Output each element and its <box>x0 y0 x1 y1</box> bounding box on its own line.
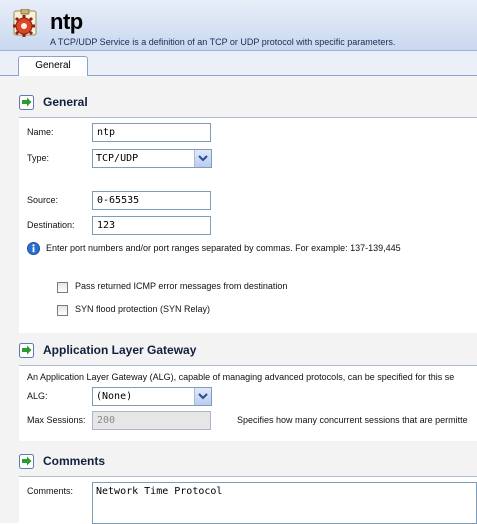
info-icon <box>27 242 40 255</box>
comments-label: Comments: <box>27 486 74 496</box>
type-select[interactable]: TCP/UDP <box>92 149 212 168</box>
chevron-down-icon[interactable] <box>194 388 211 405</box>
pass-icmp-checkbox[interactable] <box>57 282 68 293</box>
pass-icmp-label: Pass returned ICMP error messages from d… <box>75 281 288 291</box>
max-sessions-field: 200 <box>92 411 211 430</box>
page-subtitle: A TCP/UDP Service is a definition of an … <box>50 37 396 47</box>
alg-description: An Application Layer Gateway (ALG), capa… <box>27 372 455 382</box>
chevron-down-icon[interactable] <box>194 150 211 167</box>
port-info-text: Enter port numbers and/or port ranges se… <box>46 243 401 253</box>
comments-textarea[interactable]: Network Time Protocol <box>92 482 477 524</box>
page-header: ntp A TCP/UDP Service is a definition of… <box>0 0 477 51</box>
destination-label: Destination: <box>27 220 75 230</box>
max-sessions-label: Max Sessions: <box>27 415 86 425</box>
syn-relay-checkbox[interactable] <box>57 305 68 316</box>
source-field[interactable]: 0-65535 <box>92 191 211 210</box>
alg-section: An Application Layer Gateway (ALG), capa… <box>19 365 477 441</box>
section-arrow-icon <box>19 343 34 358</box>
section-arrow-icon <box>19 95 34 110</box>
source-label: Source: <box>27 195 59 205</box>
alg-select[interactable]: (None) <box>92 387 212 406</box>
type-label: Type: <box>27 153 50 163</box>
content-panel: General Name: ntp Type: TCP/UDP Source: … <box>0 76 477 524</box>
tab-strip: General <box>0 51 477 76</box>
page-title: ntp <box>50 9 83 34</box>
max-sessions-note: Specifies how many concurrent sessions t… <box>237 415 468 425</box>
comments-section: Comments: Network Time Protocol <box>19 476 477 524</box>
destination-field[interactable]: 123 <box>92 216 211 235</box>
name-label: Name: <box>27 127 54 137</box>
syn-relay-label: SYN flood protection (SYN Relay) <box>75 304 211 314</box>
service-gear-icon <box>13 9 37 37</box>
tab-general[interactable]: General <box>18 56 88 76</box>
section-arrow-icon <box>19 454 34 469</box>
alg-label: ALG: <box>27 391 48 401</box>
name-field[interactable]: ntp <box>92 123 211 142</box>
general-section: Name: ntp Type: TCP/UDP Source: 0-65535 … <box>19 117 477 333</box>
